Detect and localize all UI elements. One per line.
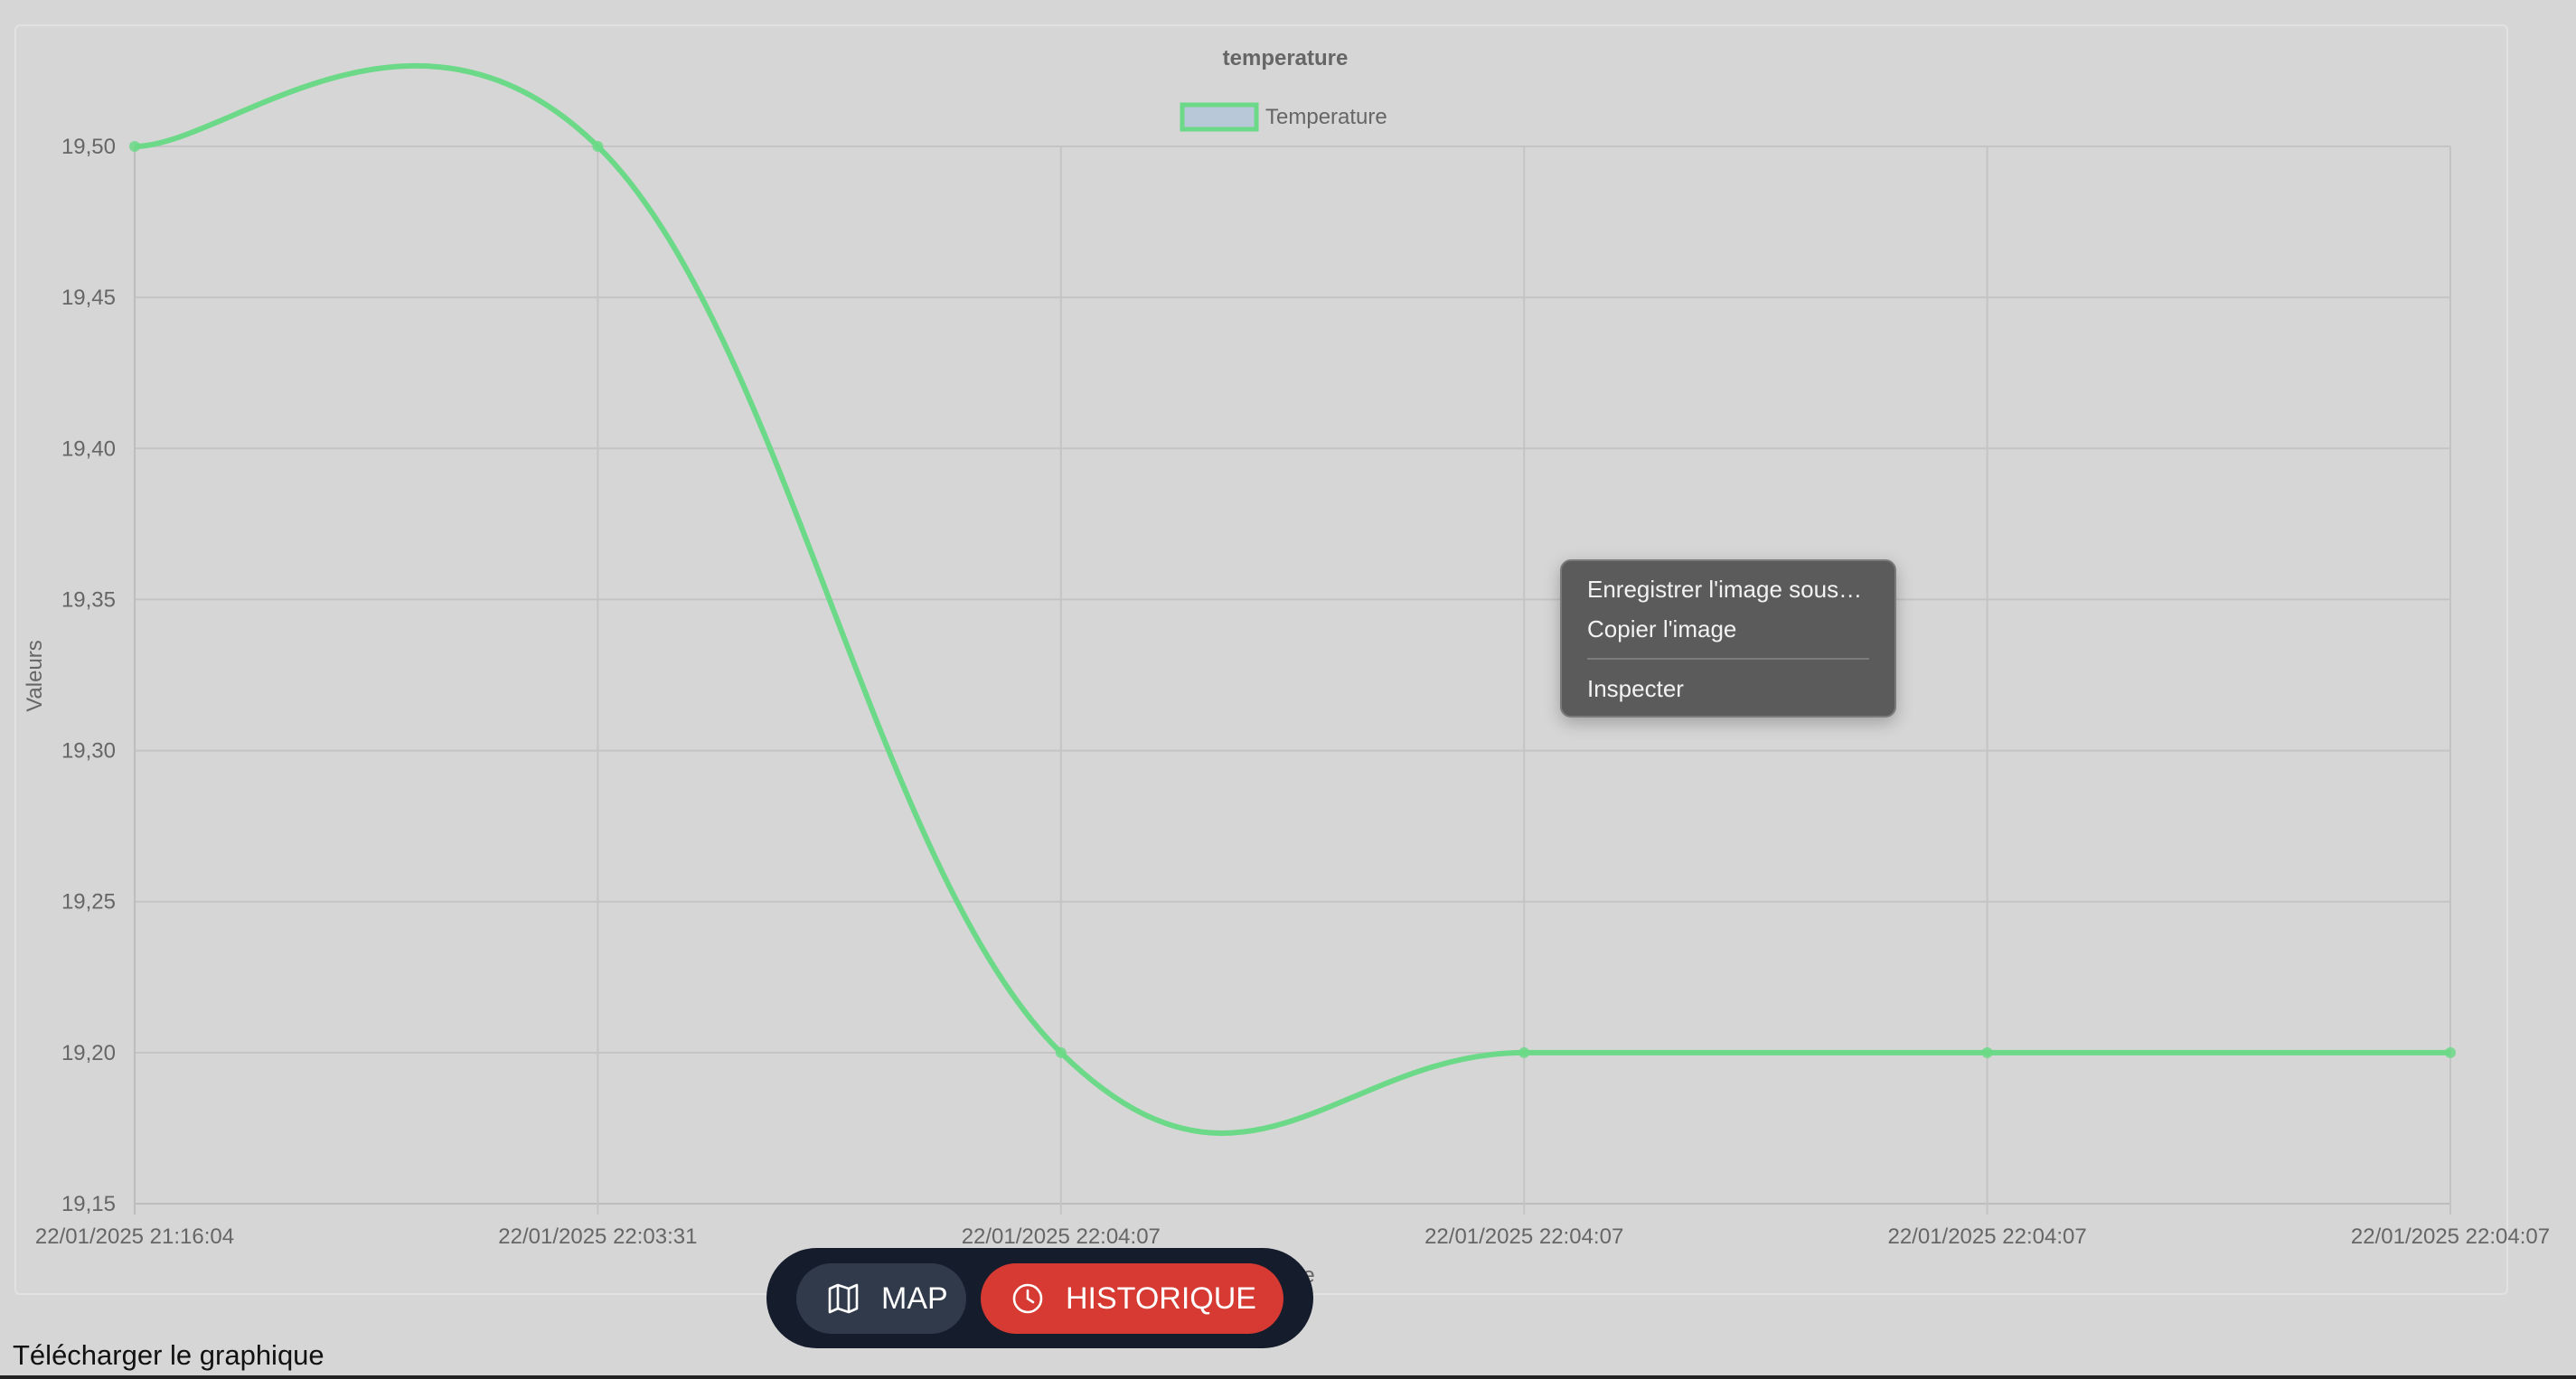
temperature-chart[interactable]: temperature Temperature 19,5019,4519,401…: [0, 0, 2576, 1379]
legend-swatch[interactable]: [1180, 102, 1259, 132]
data-point[interactable]: [2445, 1046, 2456, 1058]
x-axis-ticks: 22/01/2025 21:16:04 22/01/2025 22:03:31 22…: [35, 1224, 2550, 1249]
map-button-label: MAP: [881, 1280, 948, 1316]
y-tick-label: 19,20: [61, 1041, 116, 1065]
menu-item-save-image[interactable]: Enregistrer l'image sous…: [1587, 576, 1862, 604]
data-point[interactable]: [1055, 1046, 1067, 1058]
x-tick-label: 22/01/2025 21:16:04: [35, 1224, 234, 1249]
data-point[interactable]: [129, 141, 140, 152]
y-tick-label: 19,50: [61, 135, 116, 159]
bottom-edge: [0, 1375, 2576, 1379]
history-button-label: HISTORIQUE: [1066, 1280, 1256, 1316]
x-tick-label: 22/01/2025 22:04:07: [962, 1224, 1161, 1249]
y-tick-label: 19,25: [61, 890, 116, 915]
bottom-navigation: MAP HISTORIQUE: [766, 1248, 1313, 1348]
y-tick-label: 19,40: [61, 436, 116, 461]
data-point[interactable]: [1518, 1046, 1530, 1058]
data-point[interactable]: [1981, 1046, 1993, 1058]
map-button[interactable]: MAP: [796, 1263, 966, 1334]
chart-title: temperature: [1223, 46, 1349, 70]
menu-item-inspect[interactable]: Inspecter: [1587, 675, 1684, 703]
map-icon: [828, 1283, 859, 1314]
menu-item-copy-image[interactable]: Copier l'image: [1587, 615, 1736, 643]
context-menu: Enregistrer l'image sous… Copier l'image…: [1560, 559, 1896, 718]
x-tick-label: 22/01/2025 22:03:31: [498, 1224, 697, 1249]
x-tick-label: 22/01/2025 22:04:07: [1424, 1224, 1623, 1249]
y-tick-label: 19,30: [61, 739, 116, 764]
download-chart-link[interactable]: Télécharger le graphique: [13, 1339, 324, 1372]
y-axis-label: Valeurs: [23, 640, 47, 712]
data-point[interactable]: [592, 141, 604, 152]
y-tick-label: 19,45: [61, 286, 116, 310]
x-tick-label: 22/01/2025 22:04:07: [1887, 1224, 2086, 1249]
history-button[interactable]: HISTORIQUE: [981, 1263, 1283, 1334]
clock-icon: [1012, 1283, 1043, 1314]
legend-label[interactable]: Temperature: [1265, 105, 1387, 129]
y-tick-label: 19,15: [61, 1192, 116, 1216]
y-axis-ticks: 19,50 19,45 19,40 19,35 19,30 19,25 19,20 19,15: [61, 135, 116, 1216]
y-tick-label: 19,35: [61, 587, 116, 612]
menu-separator: [1587, 658, 1869, 660]
x-tick-label: 22/01/2025 22:04:07: [2351, 1224, 2550, 1249]
